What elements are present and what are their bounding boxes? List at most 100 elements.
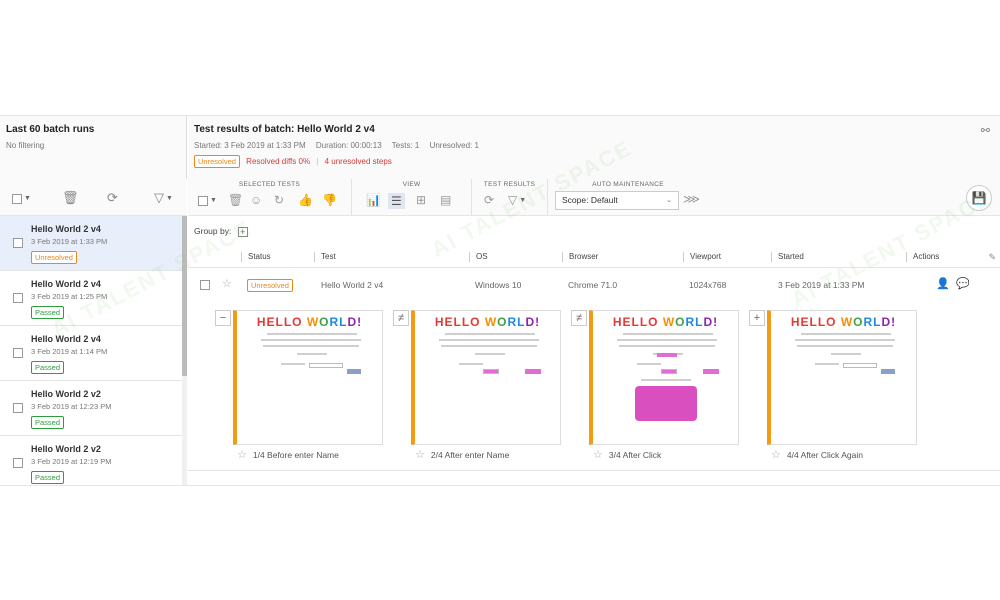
app-window: Last 60 batch runs No filtering ▼ 🗑 ⟳ ▽ ▼… [0, 115, 1000, 486]
duration-text: Duration: 00:00:13 [315, 141, 382, 150]
divider: | [316, 157, 319, 166]
grid-view-icon[interactable]: ⊞ [416, 193, 426, 207]
column-header-viewport[interactable]: Viewport [683, 252, 721, 262]
column-header-browser[interactable]: Browser [562, 252, 598, 262]
step-caption: ☆ 2/4 After enter Name [415, 449, 510, 461]
batch-item[interactable]: Hello World 2 v2 3 Feb 2019 at 12:19 PM Pa… [0, 436, 182, 485]
star-icon[interactable]: ☆ [237, 449, 247, 461]
star-icon[interactable]: ☆ [222, 277, 232, 290]
hello-world-heading: HELLO WORLD! [434, 315, 541, 329]
assign-user-icon[interactable]: 👤 [936, 277, 950, 290]
viewport-cell: 1024x768 [689, 280, 727, 290]
thumbs-down-icon[interactable]: 👎 [322, 193, 337, 207]
step-screenshot[interactable]: HELLO WORLD! [589, 310, 739, 445]
batch-runs-title: Last 60 batch runs [6, 124, 95, 135]
batch-name: Hello World 2 v2 [31, 444, 101, 454]
batch-name: Hello World 2 v4 [31, 224, 101, 234]
view-group: VIEW 📊 ☰ ⊞ ▤ [352, 179, 472, 216]
browser-cell: Chrome 71.0 [568, 280, 618, 290]
step-caption: ☆ 3/4 After Click [593, 449, 662, 461]
rerun-icon[interactable]: ↻ [274, 193, 284, 207]
step-thumbnail[interactable]: ≠ HELLO WORLD! ☆ 3/4 After Click [571, 310, 755, 466]
trash-icon[interactable]: 🗑 [62, 190, 79, 206]
list-view-icon[interactable]: ☰ [388, 193, 405, 209]
chart-view-icon[interactable]: 📊 [366, 193, 381, 207]
status-badge: Passed [31, 416, 65, 429]
trash-icon[interactable]: 🗑 [228, 193, 243, 207]
unresolved-count: Unresolved: 1 [429, 141, 479, 150]
test-name-cell[interactable]: Hello World 2 v4 [321, 280, 383, 290]
column-header-status[interactable]: Status [241, 252, 271, 262]
batch-date: 3 Feb 2019 at 1:33 PM [31, 237, 108, 246]
share-icon[interactable]: ⚯ [981, 124, 990, 137]
details-view-icon[interactable]: ▤ [440, 193, 451, 207]
step-thumbnail[interactable]: + HELLO WORLD! ☆ 4/4 After Click Again [749, 310, 933, 466]
batch-toolbar: ▼ 🗑 ⟳ ▽ ▼ [0, 179, 187, 216]
select-tests-checkbox[interactable]: ▼ [198, 193, 217, 208]
divider [188, 470, 1000, 471]
batch-checkbox[interactable] [13, 403, 23, 413]
batch-item[interactable]: Hello World 2 v4 3 Feb 2019 at 1:14 PM Pas… [0, 326, 182, 381]
thumbs-up-icon[interactable]: 👍 [298, 193, 313, 207]
hello-world-heading: HELLO WORLD! [256, 315, 363, 329]
view-label: VIEW [402, 181, 421, 188]
batch-meta: Started: 3 Feb 2019 at 1:33 PM Duration:… [194, 141, 994, 150]
step-thumbnail[interactable]: ≠ HELLO WORLD! ☆ 2/4 After enter Name [393, 310, 577, 466]
unresolved-steps: 4 unresolved steps [324, 157, 392, 166]
step-screenshot[interactable]: HELLO WORLD! [411, 310, 561, 445]
step-screenshot[interactable]: HELLO WORLD! [767, 310, 917, 445]
step-thumbnail[interactable]: − HELLO WORLD! ☆ 1/4 Before enter Name [215, 310, 399, 466]
status-badge: Unresolved [194, 155, 240, 168]
row-checkbox[interactable] [200, 279, 210, 290]
column-header-started[interactable]: Started [771, 252, 804, 262]
page-title: Test results of batch: Hello World 2 v4 [194, 124, 375, 135]
status-badge: Unresolved [31, 251, 77, 264]
batch-item[interactable]: Hello World 2 v2 3 Feb 2019 at 12:23 PM Pa… [0, 381, 182, 436]
hello-world-heading: HELLO WORLD! [790, 315, 897, 329]
star-icon[interactable]: ☆ [771, 449, 781, 461]
batch-date: 3 Feb 2019 at 12:23 PM [31, 402, 112, 411]
step-screenshot[interactable]: HELLO WORLD! [233, 310, 383, 445]
batch-list: Hello World 2 v4 3 Feb 2019 at 1:33 PM Unr… [0, 216, 182, 485]
diff-indicator: + [749, 310, 765, 326]
resolved-diffs: Resolved diffs 0% [246, 157, 311, 166]
comment-icon[interactable]: 💬 [956, 277, 970, 290]
chevron-down-icon: ▼ [24, 195, 31, 203]
scope-select[interactable]: Scope: Default ⌄ [555, 191, 679, 210]
batch-checkbox[interactable] [13, 293, 23, 303]
diff-indicator: ≠ [571, 310, 587, 326]
step-caption: ☆ 1/4 Before enter Name [237, 449, 339, 461]
scope-value: Scope: Default [562, 195, 618, 205]
row-status-cell: Unresolved [247, 279, 293, 292]
scrollbar-thumb[interactable] [182, 216, 187, 376]
table-row[interactable]: ☆ Unresolved Hello World 2 v4 Windows 10… [188, 268, 1000, 302]
selected-tests-label: SELECTED TESTS [238, 181, 301, 188]
os-cell: Windows 10 [475, 280, 522, 290]
refresh-icon[interactable]: ⟳ [107, 190, 118, 206]
batch-checkbox[interactable] [13, 238, 23, 248]
step-caption: ☆ 4/4 After Click Again [771, 449, 863, 461]
star-icon[interactable]: ☆ [593, 449, 603, 461]
column-header-os[interactable]: OS [469, 252, 488, 262]
batch-date: 3 Feb 2019 at 1:14 PM [31, 347, 108, 356]
filter-icon[interactable]: ▽ ▼ [154, 190, 173, 206]
select-all-checkbox[interactable]: ▼ [12, 190, 31, 205]
hello-world-heading: HELLO WORLD! [612, 315, 719, 329]
star-icon[interactable]: ☆ [415, 449, 425, 461]
batch-name: Hello World 2 v4 [31, 279, 101, 289]
selected-tests-group: SELECTED TESTS ▼ 🗑 ☺ ↻ 👍 👎 [188, 179, 352, 216]
maintenance-arrows-icon[interactable]: ⋙ [683, 192, 700, 206]
pencil-icon[interactable]: ✎ [988, 252, 996, 263]
batch-date: 3 Feb 2019 at 12:19 PM [31, 457, 112, 466]
step-thumbnails: − HELLO WORLD! ☆ 1/4 Before enter Name ≠ HELL… [215, 310, 993, 470]
user-icon[interactable]: ☺ [250, 193, 262, 207]
tests-count: Tests: 1 [391, 141, 420, 150]
column-header-test[interactable]: Test [314, 252, 336, 262]
batch-checkbox[interactable] [13, 348, 23, 358]
started-text: Started: 3 Feb 2019 at 1:33 PM [194, 141, 306, 150]
batch-runs-header: Last 60 batch runs No filtering [0, 116, 186, 179]
diff-indicator: − [215, 310, 231, 326]
status-badge: Unresolved [247, 279, 293, 292]
batch-checkbox[interactable] [13, 458, 23, 468]
batch-name: Hello World 2 v2 [31, 389, 101, 399]
